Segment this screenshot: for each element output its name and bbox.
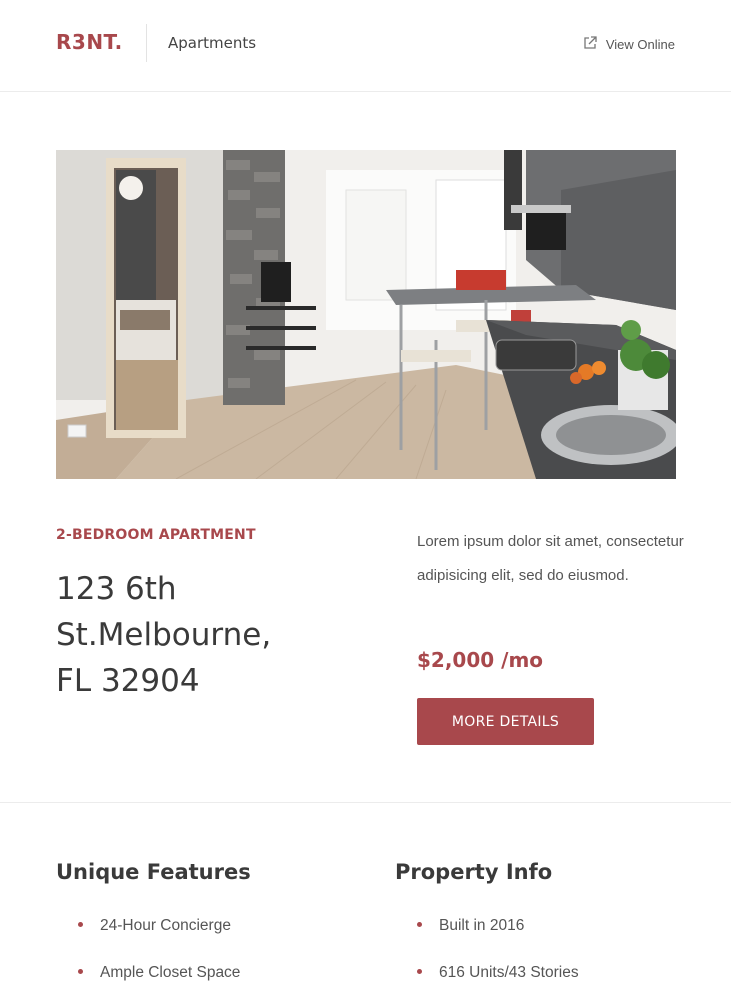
section-label: Apartments: [168, 34, 257, 52]
listing-description: Lorem ipsum dolor sit amet, consectetur …: [417, 533, 684, 584]
brand-logo[interactable]: R3NT.: [56, 30, 123, 54]
external-link-icon: [582, 35, 598, 54]
address-line: St.Melbourne,: [56, 617, 272, 653]
view-online-link[interactable]: View Online: [582, 35, 675, 54]
listing-price: $2,000 /mo: [417, 648, 544, 672]
list-item: 24-Hour Concierge: [78, 912, 240, 959]
property-info-list: Built in 2016 616 Units/43 Stories: [417, 912, 579, 1006]
list-item: 616 Units/43 Stories: [417, 959, 579, 1006]
view-online-label: View Online: [605, 37, 675, 52]
list-item: Built in 2016: [417, 912, 579, 959]
header-divider: [146, 24, 147, 62]
features-list: 24-Hour Concierge Ample Closet Space: [78, 912, 240, 1006]
listing-type: 2-BEDROOM APARTMENT: [56, 527, 256, 543]
list-item: Ample Closet Space: [78, 959, 240, 1006]
hero-image: [56, 150, 676, 479]
email-header: R3NT. Apartments View Online: [0, 0, 731, 92]
section-divider: [0, 802, 731, 803]
address-line: 123 6th: [56, 571, 177, 607]
more-details-button[interactable]: MORE DETAILS: [417, 698, 594, 745]
listing-address: 123 6th St.Melbourne, FL 32904: [56, 566, 356, 704]
features-title: Unique Features: [56, 860, 251, 884]
property-info-title: Property Info: [395, 860, 553, 884]
address-line: FL 32904: [56, 663, 200, 699]
apartment-interior-photo: [56, 150, 676, 479]
